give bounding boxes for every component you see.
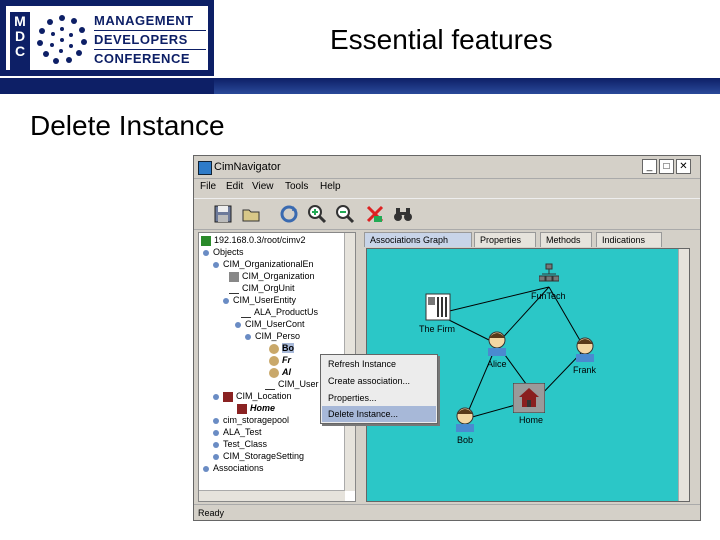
person-icon: [269, 343, 279, 354]
tab-methods[interactable]: Methods: [540, 232, 592, 247]
network-icon: [201, 235, 211, 246]
organization-icon[interactable]: [539, 263, 559, 289]
tree-item-person[interactable]: CIM_Perso: [245, 330, 300, 342]
menu-tools[interactable]: Tools: [285, 181, 308, 192]
slide-subtitle: Delete Instance: [30, 110, 225, 141]
menu-file[interactable]: File: [200, 181, 216, 192]
tree-item-alice[interactable]: Al: [269, 366, 291, 378]
node-label-the-firm: The Firm: [419, 324, 455, 334]
menu-create-association[interactable]: Create association...: [322, 373, 436, 389]
node-label-funtech: FunTech: [531, 291, 566, 301]
tree-item-home[interactable]: Home: [237, 402, 275, 414]
menu-refresh-instance[interactable]: Refresh Instance: [322, 356, 436, 372]
menu-help[interactable]: Help: [320, 181, 341, 192]
class-icon: [229, 271, 239, 282]
minimize-button[interactable]: _: [642, 159, 657, 174]
save-icon[interactable]: [212, 203, 234, 225]
class-icon: [265, 379, 275, 391]
logo-word-conference: CONFERENCE: [94, 51, 191, 66]
tree-item-userentity[interactable]: CIM_UserEntity: [223, 294, 296, 306]
node-label-alice: Alice: [487, 359, 507, 369]
menu-bar: File Edit View Tools Help: [194, 178, 700, 196]
tree-item-associations[interactable]: Associations: [203, 462, 264, 474]
zoom-in-icon[interactable]: [306, 203, 328, 225]
class-icon: [241, 307, 251, 319]
tree-item-usercontact[interactable]: CIM_UserCont: [235, 318, 305, 330]
delete-icon[interactable]: [364, 203, 386, 225]
class-icon: [229, 283, 239, 295]
person-bob-icon[interactable]: [451, 405, 479, 433]
logo-dots-icon: [37, 15, 87, 64]
menu-properties[interactable]: Properties...: [322, 390, 436, 406]
tree-item-organization[interactable]: CIM_Organization: [229, 270, 315, 282]
menu-delete-instance[interactable]: Delete Instance...: [322, 406, 436, 422]
house-icon: [223, 391, 233, 402]
person-alice-icon[interactable]: [483, 329, 511, 357]
tree-item-orgunit[interactable]: CIM_OrgUnit: [229, 282, 295, 295]
tree-item-frank[interactable]: Fr: [269, 354, 291, 366]
tree-item-cim-user[interactable]: CIM_User: [265, 378, 319, 391]
logo-letters: M D C: [10, 12, 30, 72]
tree-item-product-us[interactable]: ALA_ProductUs: [241, 306, 318, 319]
tab-associations-graph[interactable]: Associations Graph: [364, 232, 472, 247]
zoom-out-icon[interactable]: [334, 203, 356, 225]
logo-word-management: MANAGEMENT: [94, 12, 206, 31]
tab-properties[interactable]: Properties: [474, 232, 536, 247]
slide-title: Essential features: [330, 24, 553, 55]
tree-item-bob[interactable]: Bo: [269, 342, 294, 354]
close-button[interactable]: ✕: [676, 159, 691, 174]
building-icon[interactable]: [425, 293, 451, 321]
tab-indications[interactable]: Indications: [596, 232, 662, 247]
detail-tabs: Associations Graph Properties Methods In…: [364, 232, 694, 248]
header-rule: [0, 78, 720, 94]
toolbar: [194, 198, 700, 230]
tree-item-storagepool[interactable]: cim_storagepool: [213, 414, 289, 426]
house-home-icon[interactable]: [513, 383, 545, 413]
cimnavigator-window: CimNavigator _ □ ✕ File Edit View Tools …: [193, 155, 701, 521]
tree-item-host[interactable]: 192.168.0.3/root/cimv2: [201, 234, 306, 246]
tree-item-storage-setting[interactable]: CIM_StorageSetting: [213, 450, 304, 462]
status-bar: Ready: [194, 504, 700, 520]
open-folder-icon[interactable]: [240, 203, 262, 225]
app-icon: [198, 161, 212, 175]
window-title: CimNavigator: [214, 161, 281, 173]
menu-view[interactable]: View: [252, 181, 274, 192]
house-icon: [237, 403, 247, 414]
tree-item-location[interactable]: CIM_Location: [213, 390, 292, 402]
title-bar[interactable]: CimNavigator _ □ ✕: [194, 156, 700, 179]
node-label-home: Home: [519, 415, 544, 425]
tree-item-ala-test[interactable]: ALA_Test: [213, 426, 262, 438]
graph-vertical-scrollbar[interactable]: [678, 249, 689, 501]
conference-logo: M D C MANAGEMENT DEVELOPERS CONFERENCE: [0, 0, 214, 76]
person-icon: [269, 367, 279, 378]
tree-item-organizational-entity[interactable]: CIM_OrganizationalEn: [213, 258, 314, 270]
node-label-frank: Frank: [573, 365, 597, 375]
logo-word-developers: DEVELOPERS: [94, 31, 206, 50]
person-icon: [269, 355, 279, 366]
person-frank-icon[interactable]: [571, 335, 599, 363]
node-label-bob: Bob: [457, 435, 474, 445]
tree-item-objects[interactable]: Objects: [203, 246, 244, 258]
maximize-button[interactable]: □: [659, 159, 674, 174]
refresh-icon[interactable]: [278, 203, 300, 225]
tree-item-test-class[interactable]: Test_Class: [213, 438, 267, 450]
binoculars-icon[interactable]: [392, 203, 414, 225]
menu-edit[interactable]: Edit: [226, 181, 243, 192]
tree-horizontal-scrollbar[interactable]: [199, 490, 345, 501]
context-menu: Refresh Instance Create association... P…: [320, 354, 438, 424]
